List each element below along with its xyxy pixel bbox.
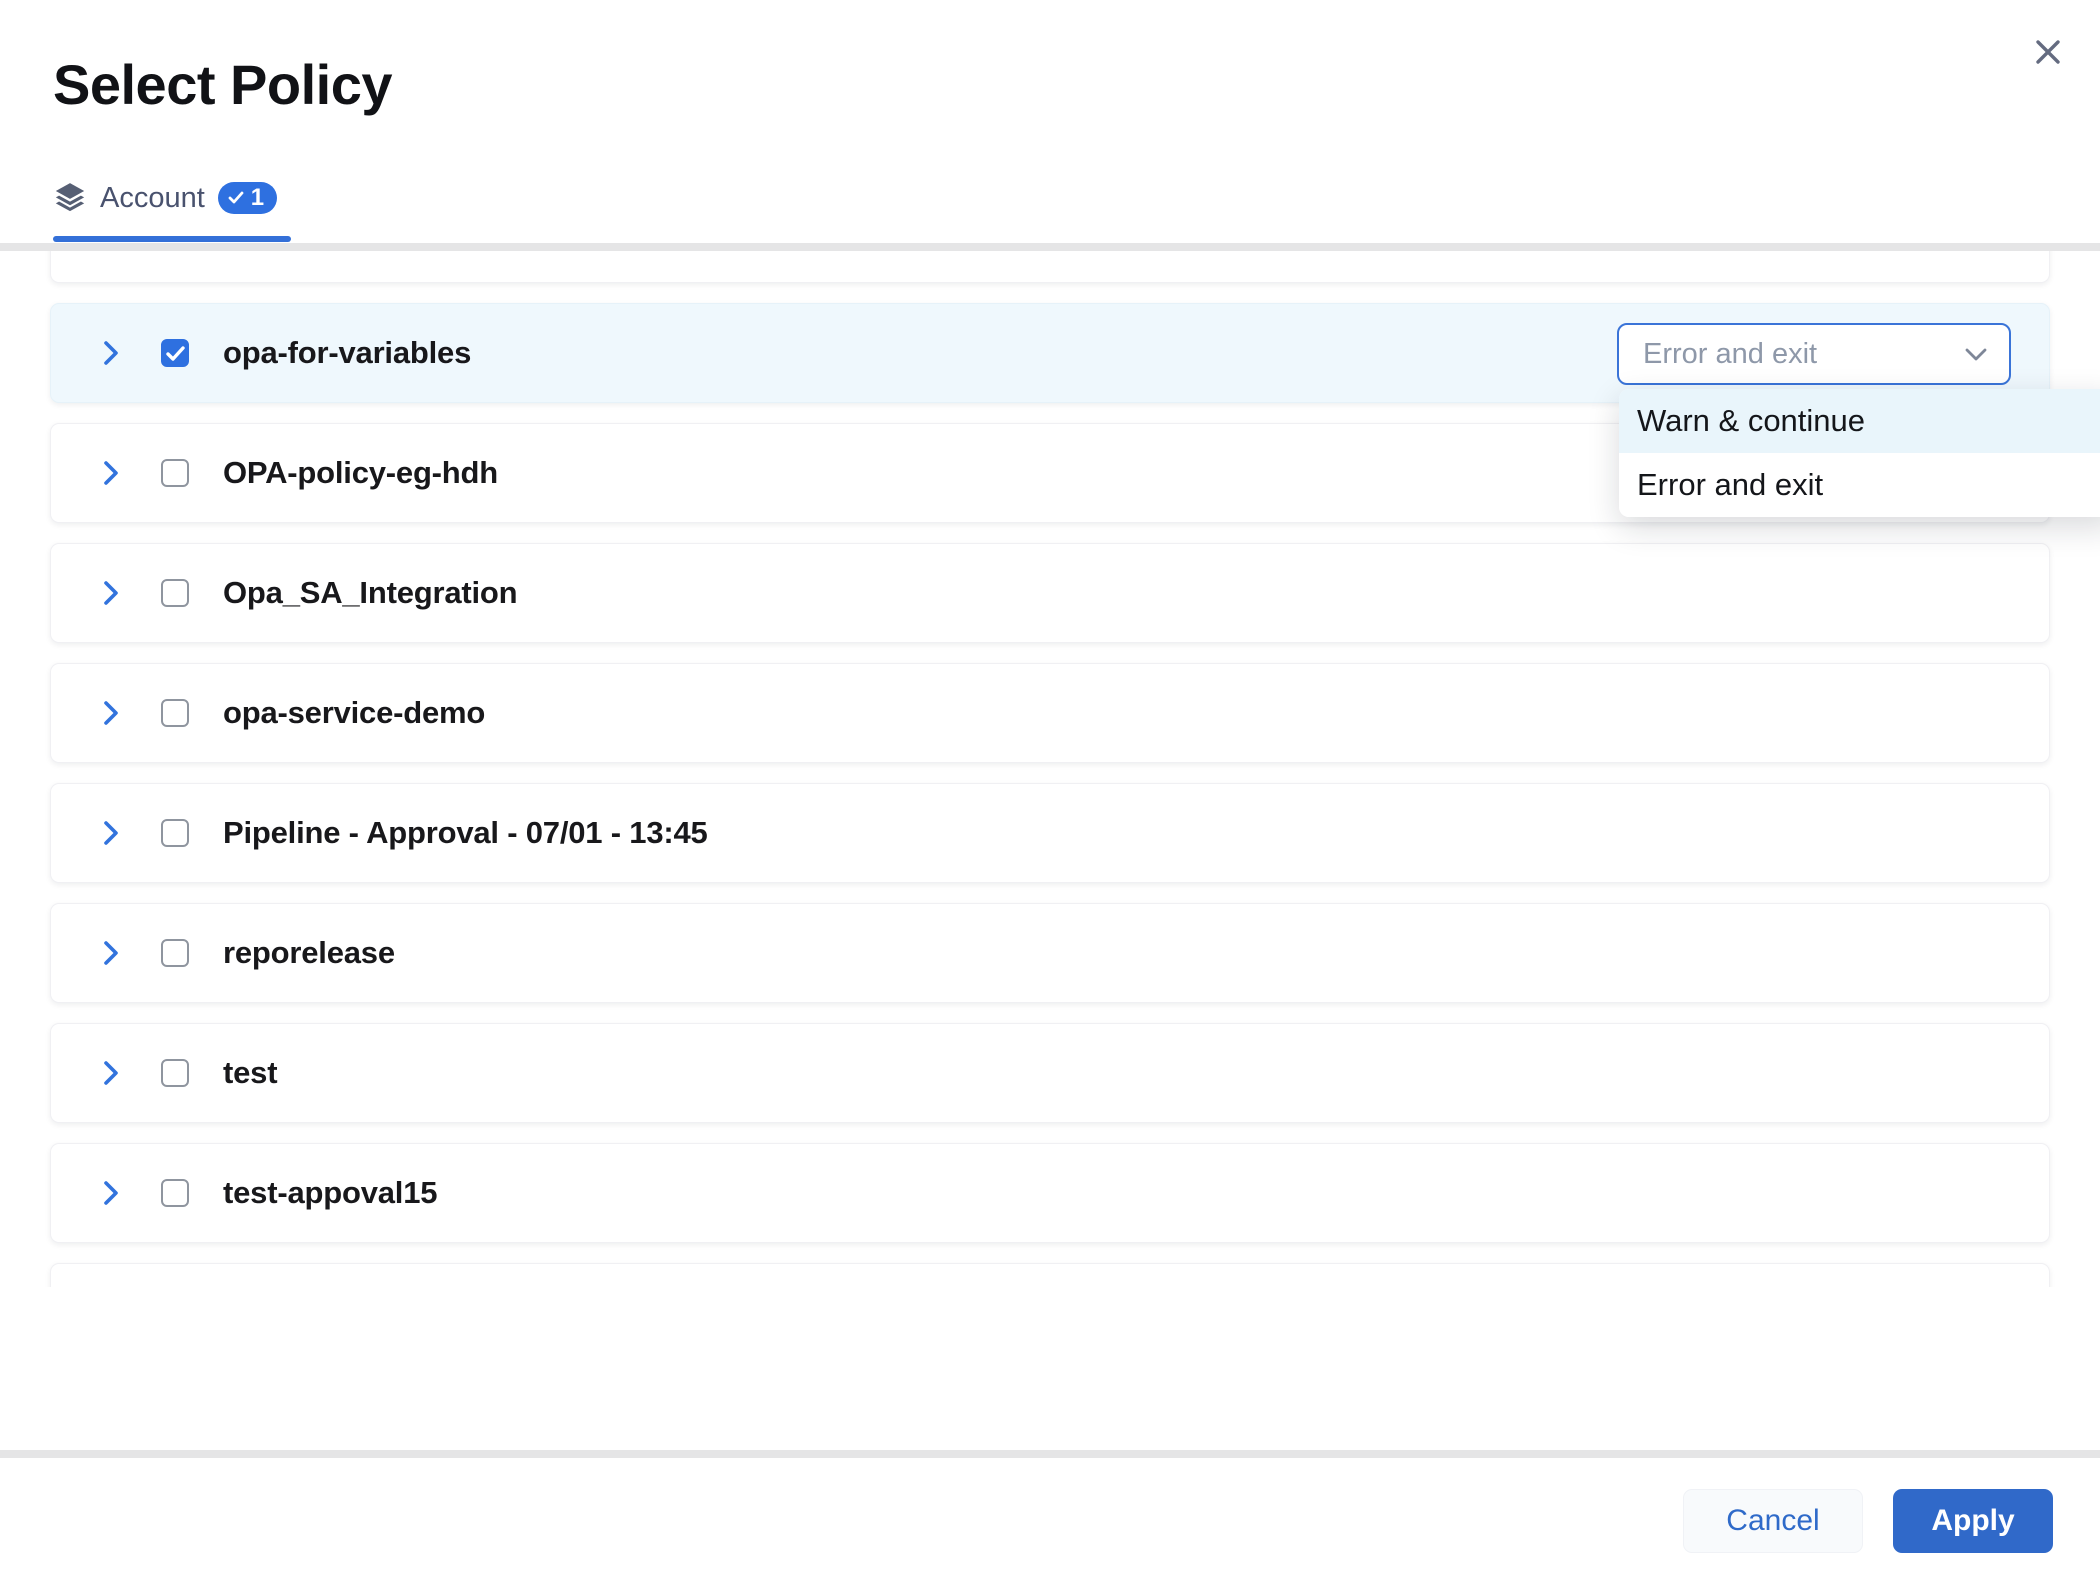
policy-checkbox[interactable]	[161, 1059, 189, 1087]
policy-row[interactable]: opa-for-variables Error and exit	[50, 303, 2050, 403]
policy-label: OPA-policy-eg-hdh	[223, 455, 498, 491]
policy-checkbox[interactable]	[161, 339, 189, 367]
policy-label: test-appoval15	[223, 1175, 437, 1211]
policy-checkbox[interactable]	[161, 939, 189, 967]
policy-checkbox[interactable]	[161, 819, 189, 847]
policy-label: Opa_SA_Integration	[223, 575, 517, 611]
badge-count: 1	[251, 184, 264, 212]
close-button[interactable]	[2026, 30, 2070, 74]
chevron-right-icon[interactable]	[99, 939, 123, 967]
policy-row[interactable]: Opa_SA_Integration	[50, 543, 2050, 643]
policy-row-partial-bottom	[50, 1263, 2050, 1287]
footer-divider	[0, 1450, 2100, 1458]
policy-checkbox[interactable]	[161, 459, 189, 487]
policy-checkbox[interactable]	[161, 699, 189, 727]
policy-checkbox[interactable]	[161, 579, 189, 607]
apply-button[interactable]: Apply	[1893, 1489, 2053, 1553]
policy-row[interactable]: opa-service-demo	[50, 663, 2050, 763]
chevron-right-icon[interactable]	[99, 459, 123, 487]
policy-label: Pipeline - Approval - 07/01 - 13:45	[223, 815, 708, 851]
policy-row[interactable]: Pipeline - Approval - 07/01 - 13:45	[50, 783, 2050, 883]
tab-account[interactable]: Account 1	[53, 181, 277, 215]
policy-label: opa-for-variables	[223, 335, 471, 371]
policy-row[interactable]: test-appoval15	[50, 1143, 2050, 1243]
check-icon	[228, 191, 244, 205]
page-title: Select Policy	[53, 52, 392, 117]
dropdown-option-error-exit[interactable]: Error and exit	[1619, 453, 2100, 517]
chevron-right-icon[interactable]	[99, 579, 123, 607]
action-select-value: Error and exit	[1643, 338, 1817, 371]
selected-count-badge: 1	[218, 182, 277, 214]
chevron-right-icon[interactable]	[99, 339, 123, 367]
policy-row[interactable]: test	[50, 1023, 2050, 1123]
policy-label: reporelease	[223, 935, 395, 971]
header-divider	[0, 243, 2100, 251]
policy-row[interactable]: reporelease	[50, 903, 2050, 1003]
action-dropdown-menu: Warn & continue Error and exit	[1619, 389, 2100, 517]
policy-label: opa-service-demo	[223, 695, 485, 731]
chevron-right-icon[interactable]	[99, 1059, 123, 1087]
policy-checkbox[interactable]	[161, 1179, 189, 1207]
layers-icon	[53, 181, 87, 215]
tab-label: Account	[100, 182, 205, 215]
cancel-button[interactable]: Cancel	[1683, 1489, 1863, 1553]
chevron-right-icon[interactable]	[99, 819, 123, 847]
dropdown-option-warn-continue[interactable]: Warn & continue	[1619, 389, 2100, 453]
tab-underline	[53, 236, 291, 242]
action-select[interactable]: Error and exit	[1617, 323, 2011, 385]
policy-label: test	[223, 1055, 277, 1091]
chevron-down-icon	[1965, 348, 1987, 361]
chevron-right-icon[interactable]	[99, 699, 123, 727]
chevron-right-icon[interactable]	[99, 1179, 123, 1207]
policy-row-partial-top	[50, 251, 2050, 283]
close-icon	[2032, 36, 2064, 68]
